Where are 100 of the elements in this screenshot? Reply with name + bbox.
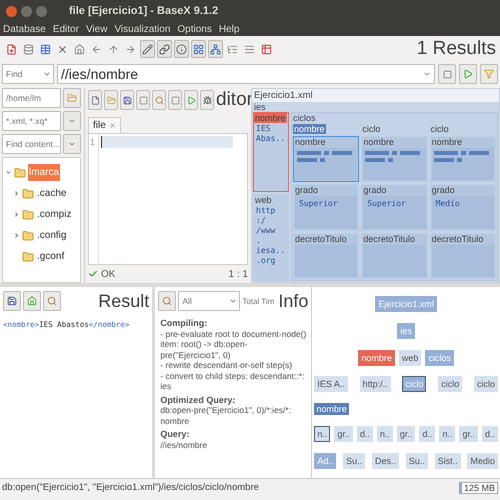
map-node[interactable]: nombre <box>293 136 360 182</box>
caret-icon[interactable] <box>5 169 12 176</box>
tree-node[interactable]: d.. <box>419 426 436 442</box>
filter-icon <box>484 69 494 79</box>
caret-icon <box>423 70 431 78</box>
folder-icon <box>22 208 34 220</box>
stop-button[interactable] <box>438 64 456 84</box>
tree-node[interactable]: n.. <box>376 426 393 442</box>
map-node-value: Medio <box>434 198 461 210</box>
caret-icon <box>229 297 238 305</box>
toolbar-button[interactable] <box>191 40 206 58</box>
editor-toolbar-button[interactable] <box>120 90 134 110</box>
run-button[interactable] <box>459 64 477 84</box>
tree-node[interactable]: Su.. <box>343 452 366 469</box>
map-node[interactable]: decretoTitulo <box>293 232 360 279</box>
open-folder-button[interactable] <box>63 88 81 108</box>
save-button[interactable] <box>3 291 21 311</box>
editor-toolbar-button[interactable] <box>200 90 214 110</box>
editor-tab[interactable]: file <box>88 117 121 133</box>
editor-toolbar-button[interactable] <box>88 90 102 110</box>
minimize-window-button[interactable] <box>21 6 32 16</box>
search-button[interactable] <box>158 291 176 311</box>
filter-button[interactable] <box>480 64 498 84</box>
folder-row[interactable]: .gconf <box>3 246 80 267</box>
tree-node[interactable]: Medio <box>467 452 498 469</box>
maximize-window-button[interactable] <box>36 6 47 16</box>
tree-node[interactable]: d.. <box>356 426 373 442</box>
query-field[interactable]: //ies/nombre <box>57 64 435 84</box>
map-node[interactable]: web http :/ /www . iesa.. .org <box>253 194 289 281</box>
tree-node[interactable]: Sist.. <box>434 452 461 469</box>
mode-dropdown[interactable]: Find <box>2 64 54 84</box>
tree-node[interactable]: ciclo <box>474 376 498 392</box>
menu-item[interactable]: Help <box>218 24 240 34</box>
editor-toolbar-button[interactable] <box>136 90 150 110</box>
folder-row[interactable]: .config <box>3 225 80 246</box>
filter-field[interactable]: *.xml, *.xq* <box>2 111 61 131</box>
map-node[interactable]: nombre <box>361 136 428 182</box>
caret-icon[interactable] <box>13 190 20 197</box>
map-node[interactable]: ciclos nombre nombre grado Superior decretoTitulo ciclo nombre grado Superior decretoTitulo ciclo nombre grado Medio decretoTitulo <box>291 112 498 281</box>
tree-node[interactable]: ciclo <box>438 376 462 392</box>
tree-node[interactable]: Des.. <box>372 452 399 469</box>
dropdown-button[interactable] <box>63 111 81 131</box>
close-window-button[interactable] <box>6 6 17 16</box>
map-node-label: decretoTitulo <box>430 234 484 244</box>
info-filter-dropdown[interactable]: All <box>178 291 240 311</box>
tree-node[interactable]: gr.. <box>396 426 416 442</box>
tree-node[interactable]: n.. <box>314 426 330 442</box>
menu-item[interactable]: View <box>86 24 108 34</box>
menu-item[interactable]: Options <box>177 24 212 34</box>
folder-row[interactable]: .cache <box>3 183 80 204</box>
map-node-label: ies <box>253 102 267 112</box>
path-field[interactable]: /home/lm <box>2 88 61 108</box>
tree-node[interactable]: gr.. <box>459 426 478 442</box>
map-node[interactable]: decretoTitulo <box>430 232 496 279</box>
menu-item[interactable]: Editor <box>52 24 79 34</box>
map-node[interactable]: grado Superior <box>293 184 360 231</box>
dropdown-button[interactable] <box>63 134 81 154</box>
tree-node[interactable]: Su.. <box>406 452 428 469</box>
tree-node[interactable]: nombre <box>358 350 395 366</box>
close-icon <box>108 122 116 129</box>
map-node-value: http :/ /www . iesa.. .org <box>255 204 286 267</box>
tree-node[interactable]: http:/.. <box>360 376 391 392</box>
map-file-label: Ejercicio1.xml <box>252 89 499 102</box>
link-icon <box>159 44 170 54</box>
text-bars-drawing <box>297 150 353 164</box>
tree-node[interactable]: d.. <box>482 426 498 442</box>
folder-row[interactable]: lmarca <box>3 162 80 183</box>
map-node[interactable]: nombre <box>430 136 496 182</box>
tree-node[interactable]: gr.. <box>334 426 353 442</box>
folder-name: .cache <box>36 187 68 201</box>
toolbar-button[interactable] <box>174 40 189 58</box>
content-search-field[interactable]: Find content... <box>2 134 61 154</box>
map-node[interactable]: nombre IES Abas.. <box>253 112 289 192</box>
caret-icon[interactable] <box>13 232 20 239</box>
toolbar-button[interactable] <box>140 40 155 58</box>
database-icon <box>23 44 34 54</box>
toolbar-button[interactable] <box>157 40 172 58</box>
table-icon <box>40 44 51 54</box>
map-node[interactable]: grado Superior <box>361 184 428 231</box>
search-button[interactable] <box>43 291 61 311</box>
menu-item[interactable]: Visualization <box>114 24 170 34</box>
map-node[interactable]: grado Medio <box>430 184 496 231</box>
table-icon <box>261 44 272 54</box>
tree-node[interactable]: IES A.. <box>314 376 348 392</box>
status-path: db:open("Ejercicio1", "Ejercicio1.xml")/ies/ciclos/ciclo/nombre <box>2 482 259 493</box>
tree-node[interactable]: web <box>398 350 422 366</box>
folder-icon <box>67 93 77 103</box>
caret-icon <box>68 140 76 148</box>
info-line: - pre-evaluate root to document-node() <box>160 328 306 339</box>
folder-row[interactable]: .compiz <box>3 204 80 225</box>
folder-icon <box>22 230 34 242</box>
tree-node[interactable]: n.. <box>439 426 456 442</box>
editor-toolbar-button[interactable] <box>152 90 166 110</box>
map-node[interactable]: decretoTitulo <box>361 232 428 279</box>
editor-toolbar-button[interactable] <box>168 90 182 110</box>
toolbar-button[interactable] <box>208 40 223 58</box>
caret-icon[interactable] <box>13 211 20 218</box>
menu-item[interactable]: Database <box>3 24 46 34</box>
search-icon <box>162 296 172 306</box>
code-editor[interactable]: 1 <box>88 133 248 265</box>
